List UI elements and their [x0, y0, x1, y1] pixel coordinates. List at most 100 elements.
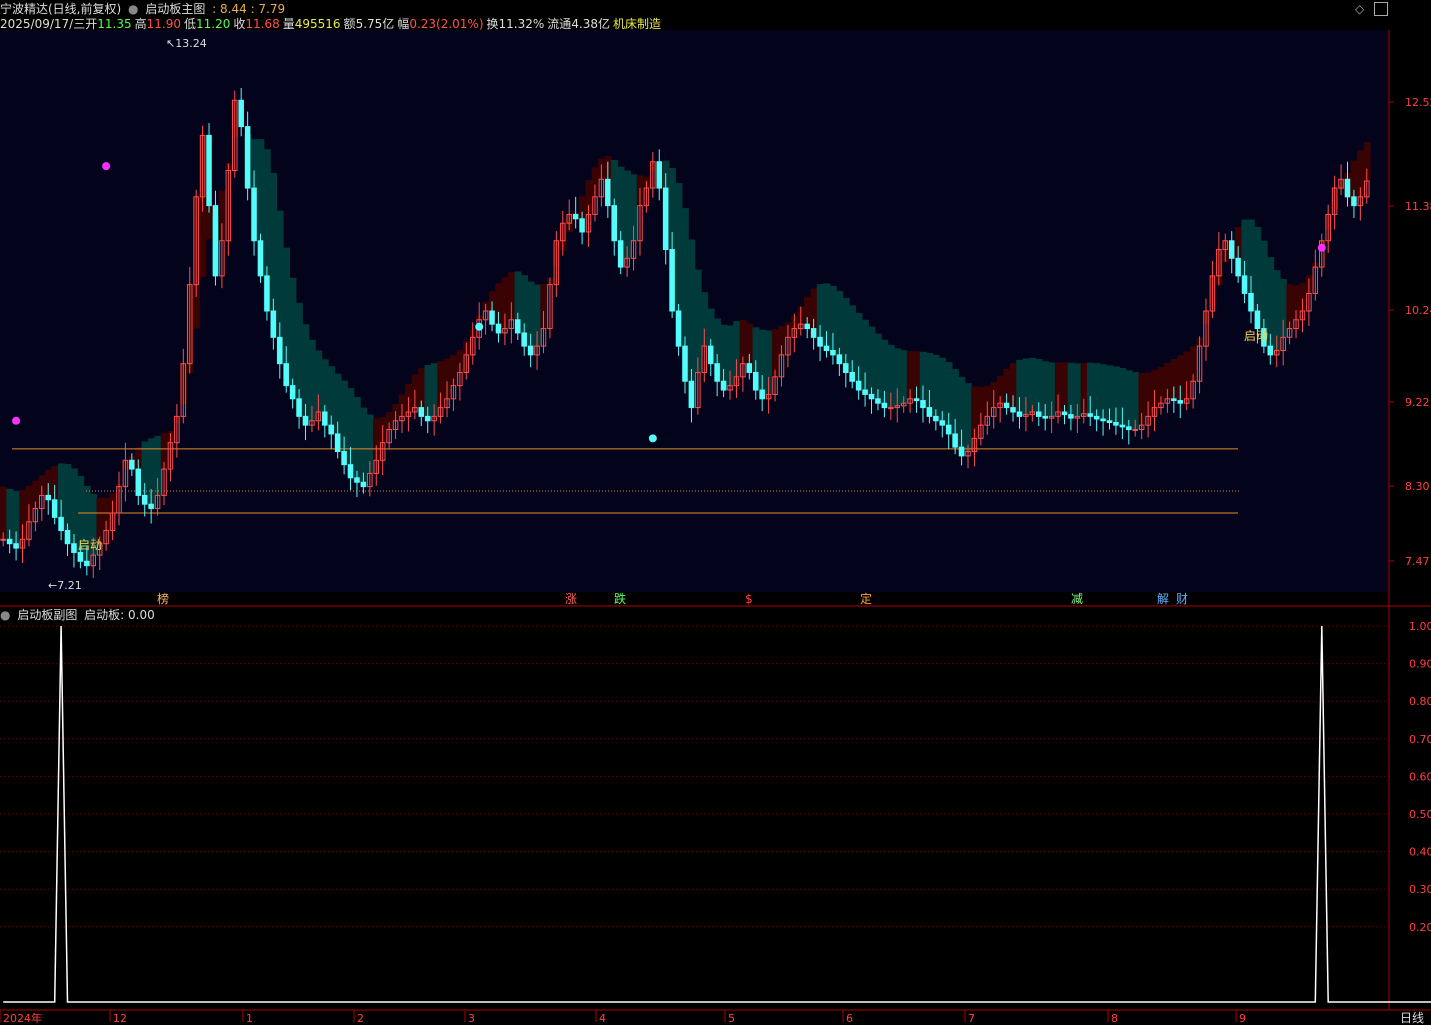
candle-body: [669, 249, 675, 312]
candle-body: [926, 407, 933, 417]
time-tick-label: 2024年: [3, 1011, 42, 1025]
candle-body: [257, 240, 264, 277]
sub-indicator-value: 启动板: 0.00: [84, 608, 155, 622]
candle-body: [881, 402, 888, 409]
sub-header: ● 启动板副图 启动板: 0.00: [0, 608, 158, 623]
candle-body: [1254, 310, 1261, 330]
time-tick-label: 6: [846, 1012, 853, 1025]
candle-body: [1132, 429, 1138, 432]
candle-body: [817, 336, 823, 347]
candle-body: [328, 424, 334, 435]
float-label: 流通: [547, 17, 572, 31]
chart-stage: ↖13.24←7.21启动启动 榜涨跌$定减解财 12.5211.3810.24…: [0, 0, 1431, 1025]
candle-body: [675, 310, 682, 347]
candle-body: [289, 385, 296, 400]
candle-body: [13, 543, 19, 549]
candle-body: [952, 433, 958, 448]
candle-body: [579, 218, 585, 233]
change-value: 0.23(2.01%): [409, 17, 484, 31]
settings-icon[interactable]: ●: [128, 2, 138, 16]
candle-body: [527, 345, 534, 356]
candle-body: [489, 310, 495, 325]
price-tick-label: 8.30: [1405, 480, 1430, 493]
event-marker: 跌: [614, 591, 626, 606]
sub-indicator-name[interactable]: 启动板副图: [17, 608, 77, 622]
candle-body: [656, 161, 663, 189]
candle-body: [682, 345, 688, 382]
sub-tick-label: 0.80: [1409, 695, 1431, 708]
candle-body: [572, 213, 579, 220]
signal-dot-magenta: [12, 416, 21, 425]
candle-body: [1003, 402, 1010, 409]
price-tick-label: 10.24: [1405, 304, 1431, 317]
candle-body: [888, 407, 894, 410]
candle-body: [418, 407, 425, 417]
candle-body: [617, 240, 624, 268]
candle-body: [1106, 420, 1113, 424]
signal-dot-cyan: [648, 434, 657, 443]
open-label: 开: [85, 17, 98, 31]
time-tick-label: 1: [246, 1012, 253, 1025]
sector-label[interactable]: 机床制造: [613, 17, 661, 31]
candle-body: [71, 543, 77, 553]
time-tick-label: 4: [599, 1012, 606, 1025]
diamond-icon[interactable]: ◇: [1355, 2, 1364, 16]
turnover-value: 11.32%: [498, 17, 545, 31]
candle-body: [707, 345, 714, 365]
candle-body: [1010, 407, 1016, 413]
sub-tick-label: 0.40: [1409, 846, 1431, 859]
candle-body: [45, 494, 51, 501]
candle-body: [1248, 292, 1254, 312]
candle-body: [1068, 414, 1074, 419]
band-segment: [964, 383, 972, 452]
candle-body: [1351, 196, 1357, 207]
volume-value: 495516: [294, 17, 341, 31]
low-label: 低: [183, 17, 196, 31]
candle-body: [58, 516, 64, 532]
candle-body: [849, 371, 855, 382]
change-label: 幅: [397, 17, 410, 31]
event-marker: 财: [1176, 592, 1188, 606]
sub-settings-icon[interactable]: ●: [0, 608, 10, 622]
candle-body: [302, 415, 309, 426]
window-box-icon[interactable]: [1374, 2, 1388, 16]
candle-body: [495, 323, 502, 334]
candle-body: [0, 538, 6, 541]
candle-body: [688, 380, 695, 409]
candle-body: [270, 310, 277, 338]
candle-body: [135, 468, 142, 496]
sub-tick-label: 0.60: [1409, 770, 1431, 783]
candle-body: [868, 393, 875, 400]
max-price-label: ↖13.24: [166, 37, 207, 50]
amount-value: 5.75亿: [355, 17, 395, 31]
candle-body: [714, 363, 720, 382]
stock-title[interactable]: 宁波精达(日线,前复权): [0, 2, 121, 16]
band-segment: [0, 486, 8, 540]
candle-body: [515, 319, 521, 334]
candle-body: [1016, 411, 1023, 417]
time-tick-label: 9: [1239, 1012, 1246, 1025]
open-value: 11.35: [97, 17, 132, 31]
date-label: 2025/09/17/三: [0, 17, 86, 31]
candle-body: [521, 332, 527, 347]
indicator-name[interactable]: 启动板主图: [145, 2, 205, 16]
candle-body: [1100, 418, 1106, 422]
low-value: 11.20: [195, 17, 231, 31]
price-tick-label: 12.52: [1405, 96, 1431, 109]
candle-body: [875, 398, 881, 404]
amount-label: 额: [343, 17, 356, 31]
indicator-values: : 8.44 : 7.79: [212, 2, 286, 16]
candle-body: [1093, 415, 1100, 420]
candle-body: [244, 126, 251, 189]
high-label: 高: [134, 17, 147, 31]
price-tick-label: 7.47: [1405, 555, 1430, 568]
event-marker: 榜: [157, 591, 169, 606]
turnover-label: 换: [486, 17, 499, 31]
start-signal-label: 启动: [1244, 329, 1268, 343]
candle-body: [958, 446, 965, 457]
candle-body: [424, 415, 431, 422]
band-segment: [353, 396, 361, 483]
candle-body: [611, 205, 618, 242]
candle-body: [51, 499, 58, 518]
candle-body: [1344, 178, 1351, 198]
